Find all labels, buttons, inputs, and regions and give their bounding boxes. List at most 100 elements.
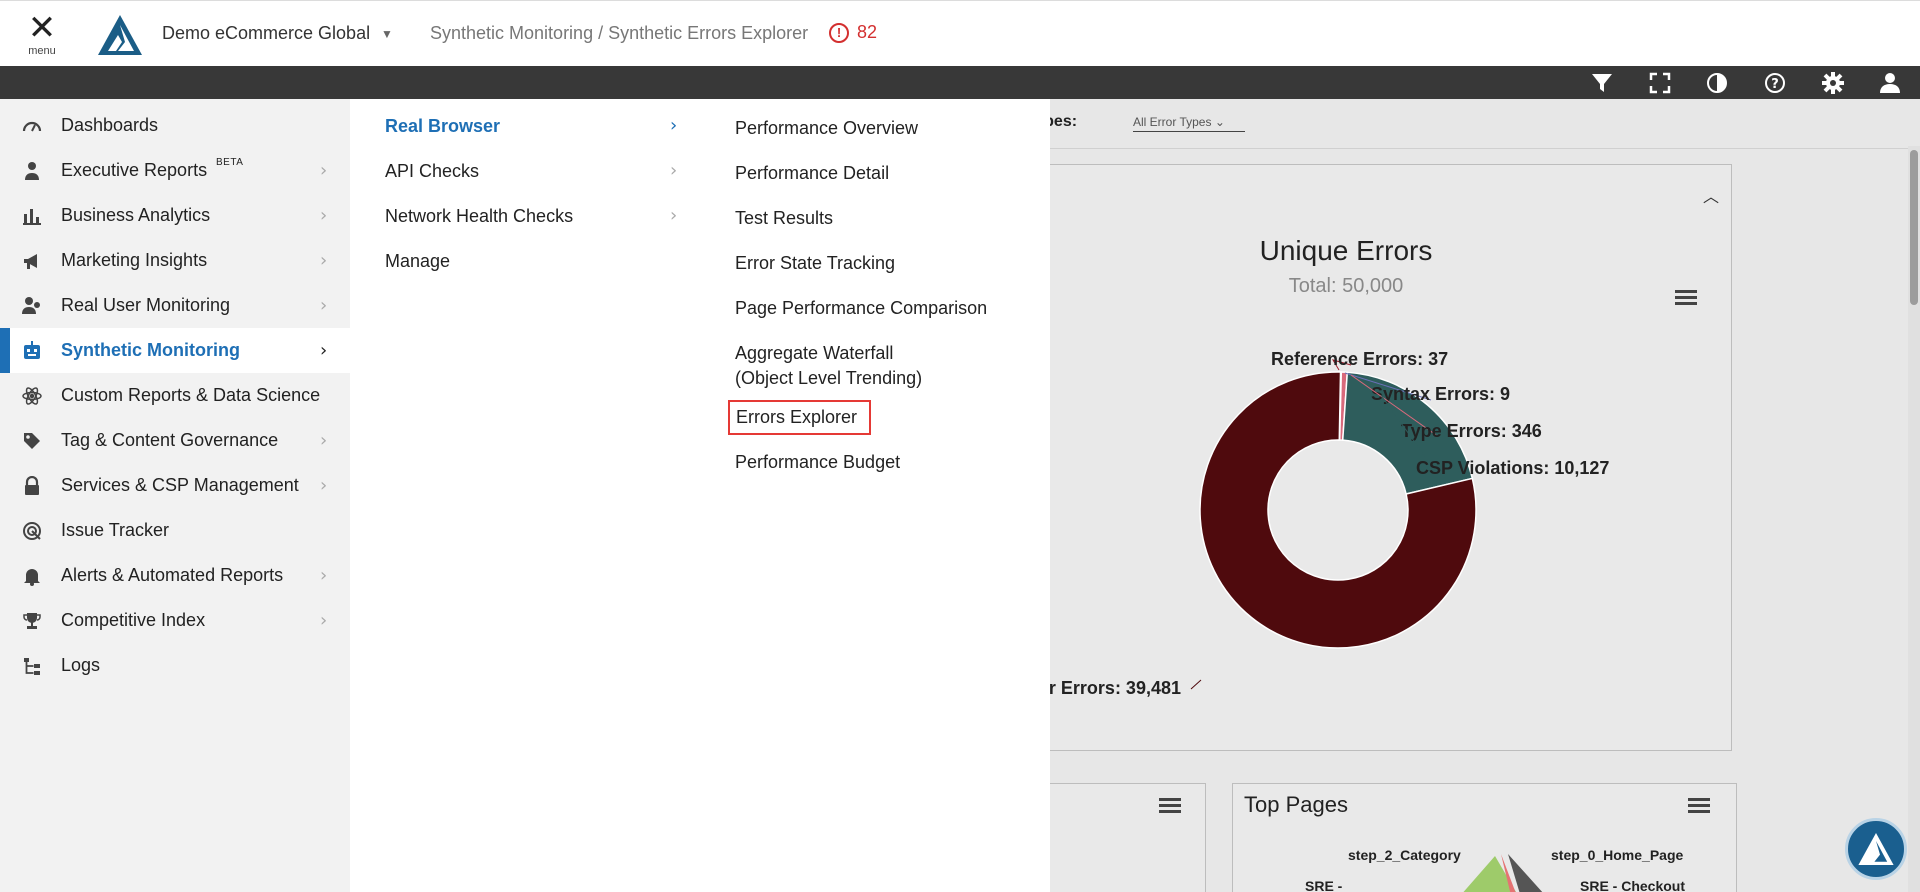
fullscreen-icon[interactable] bbox=[1647, 70, 1673, 96]
page-link-performance-overview[interactable]: Performance Overview bbox=[735, 116, 918, 141]
page-link-aggregate-waterfall[interactable]: Aggregate Waterfall (Object Level Trendin… bbox=[735, 341, 922, 391]
app-selector[interactable]: Demo eCommerce Global bbox=[162, 23, 370, 44]
menu-item-label: Custom Reports & Data Science bbox=[61, 385, 321, 405]
chevron-right-icon: › bbox=[320, 250, 328, 271]
submenu-item-manage[interactable]: Manage bbox=[385, 238, 685, 283]
menu-item-custom-reports-and-data-science[interactable]: Custom Reports & Data Science bbox=[0, 373, 350, 418]
unique-errors-panel: ︿ Unique Errors Total: 50,000 Reference … bbox=[960, 164, 1732, 751]
menu-item-dashboards[interactable]: Dashboards bbox=[0, 103, 350, 148]
beta-badge: BETA bbox=[216, 157, 244, 168]
executive-icon bbox=[22, 161, 42, 181]
app-logo-icon[interactable] bbox=[98, 15, 142, 55]
menu-item-business-analytics[interactable]: Business Analytics › bbox=[0, 193, 350, 238]
atom-icon bbox=[22, 386, 42, 406]
menu-item-executive-reports[interactable]: Executive Reports BETA › bbox=[0, 148, 350, 193]
page-link-label: Page Performance Comparison bbox=[735, 298, 988, 318]
help-icon[interactable]: ? bbox=[1762, 70, 1788, 96]
divider bbox=[1000, 148, 1910, 149]
menu-item-issue-tracker[interactable]: Issue Tracker bbox=[0, 508, 350, 553]
connector-line bbox=[1190, 679, 1202, 690]
submenu-item-network-health-checks[interactable]: Network Health Checks › bbox=[385, 193, 685, 238]
navigation-menu: Dashboards Executive Reports BETA › Business… bbox=[0, 99, 1050, 892]
page-link-label: Performance Detail bbox=[735, 163, 890, 183]
tracker-icon bbox=[22, 521, 42, 541]
menu-item-label: Marketing Insights bbox=[61, 250, 208, 270]
assistant-button[interactable] bbox=[1845, 818, 1907, 880]
chevron-right-icon: › bbox=[320, 340, 328, 361]
submenu-item-api-checks[interactable]: API Checks › bbox=[385, 148, 685, 193]
bell-icon bbox=[22, 566, 42, 586]
alert-count: 82 bbox=[857, 22, 878, 42]
top-pages-panel: Top Pages step_2_Category step_0_Home_Pa… bbox=[1232, 783, 1737, 892]
filter-icon[interactable] bbox=[1589, 70, 1615, 96]
error-types-value: All Error Types bbox=[1133, 115, 1212, 129]
logs-icon bbox=[22, 656, 42, 676]
scroll-thumb[interactable] bbox=[1910, 150, 1918, 305]
menu-level-1: Dashboards Executive Reports BETA › Business… bbox=[0, 99, 350, 892]
chevron-down-icon: ⌄ bbox=[1214, 115, 1225, 129]
panel-menu-icon[interactable] bbox=[1159, 798, 1181, 814]
submenu-item-label: Network Health Checks bbox=[385, 206, 574, 226]
close-icon: ✕ bbox=[27, 8, 57, 48]
svg-text:?: ? bbox=[1771, 77, 1779, 92]
page-link-test-results[interactable]: Test Results bbox=[735, 206, 833, 231]
page-link-label: Performance Overview bbox=[735, 118, 919, 138]
menu-item-services-and-csp-management[interactable]: Services & CSP Management › bbox=[0, 463, 350, 508]
chevron-right-icon: › bbox=[670, 205, 678, 226]
dashboard-icon bbox=[22, 116, 42, 136]
users-icon bbox=[22, 296, 42, 316]
chevron-right-icon: › bbox=[320, 295, 328, 316]
settings-icon[interactable] bbox=[1820, 70, 1846, 96]
lock-icon bbox=[22, 476, 42, 496]
user-icon[interactable] bbox=[1877, 70, 1903, 96]
donut-chart: Reference Errors: 37 Syntax Errors: 9 Type… bbox=[1008, 349, 1610, 698]
page-link-performance-detail[interactable]: Performance Detail bbox=[735, 161, 889, 186]
page-link-error-state-tracking[interactable]: Error State Tracking bbox=[735, 251, 895, 276]
logo-icon bbox=[1858, 833, 1894, 865]
page-link-page-performance-comparison[interactable]: Page Performance Comparison bbox=[735, 296, 987, 321]
chevron-right-icon: › bbox=[670, 115, 678, 136]
chevron-right-icon: › bbox=[320, 205, 328, 226]
menu-item-logs[interactable]: Logs bbox=[0, 643, 350, 688]
top-pages-chart bbox=[1463, 854, 1543, 892]
menu-item-synthetic-monitoring[interactable]: Synthetic Monitoring › bbox=[0, 328, 350, 373]
page-link-errors-explorer[interactable]: Errors Explorer bbox=[728, 400, 872, 435]
page-link-label: Aggregate Waterfall bbox=[735, 343, 894, 363]
bar-chart-icon bbox=[22, 206, 42, 226]
slice-label-reference-errors: Reference Errors: 37 bbox=[1271, 349, 1448, 369]
menu-item-label: Issue Tracker bbox=[61, 520, 170, 540]
error-types-select[interactable]: All Error Types ⌄ bbox=[1133, 115, 1245, 132]
chevron-right-icon: › bbox=[670, 160, 678, 181]
alert-circle-icon: ! bbox=[829, 22, 849, 43]
menu-item-label: Logs bbox=[61, 655, 101, 675]
page-link-label: Performance Budget bbox=[735, 452, 901, 472]
menu-item-real-user-monitoring[interactable]: Real User Monitoring › bbox=[0, 283, 350, 328]
menu-item-tag-and-content-governance[interactable]: Tag & Content Governance › bbox=[0, 418, 350, 463]
menu-item-marketing-insights[interactable]: Marketing Insights › bbox=[0, 238, 350, 283]
top-pages-label: SRE - Checkout bbox=[1580, 878, 1686, 892]
menu-item-label: Dashboards bbox=[61, 115, 159, 135]
top-header: ✕ menu Demo eCommerce Global ▼ Synthetic… bbox=[0, 0, 1920, 66]
page-link-label: Error State Tracking bbox=[735, 253, 896, 273]
caret-down-icon[interactable]: ▼ bbox=[381, 27, 393, 41]
chevron-right-icon: › bbox=[320, 430, 328, 451]
active-indicator bbox=[0, 328, 10, 373]
menu-item-competitive-index[interactable]: Competitive Index › bbox=[0, 598, 350, 643]
submenu-item-label: Manage bbox=[385, 251, 451, 271]
submenu-item-label: API Checks bbox=[385, 161, 480, 181]
chevron-right-icon: › bbox=[320, 610, 328, 631]
menu-item-alerts-and-automated-reports[interactable]: Alerts & Automated Reports › bbox=[0, 553, 350, 598]
submenu-item-label: Real Browser bbox=[385, 116, 501, 136]
scrollbar[interactable] bbox=[1908, 146, 1920, 892]
menu-close-button[interactable]: ✕ menu bbox=[22, 8, 62, 63]
menu-item-label: Services & CSP Management bbox=[61, 475, 299, 495]
alert-indicator[interactable]: ! 82 bbox=[829, 22, 877, 43]
tag-icon bbox=[22, 431, 42, 451]
page-link-performance-budget[interactable]: Performance Budget bbox=[735, 450, 900, 475]
menu-item-label: Competitive Index bbox=[61, 610, 206, 630]
contrast-icon[interactable] bbox=[1704, 70, 1730, 96]
toolbar: ? bbox=[0, 66, 1920, 99]
megaphone-icon bbox=[22, 251, 42, 271]
submenu-item-real-browser[interactable]: Real Browser › bbox=[385, 103, 685, 148]
top-pages-label: step_2_Category bbox=[1348, 847, 1461, 863]
